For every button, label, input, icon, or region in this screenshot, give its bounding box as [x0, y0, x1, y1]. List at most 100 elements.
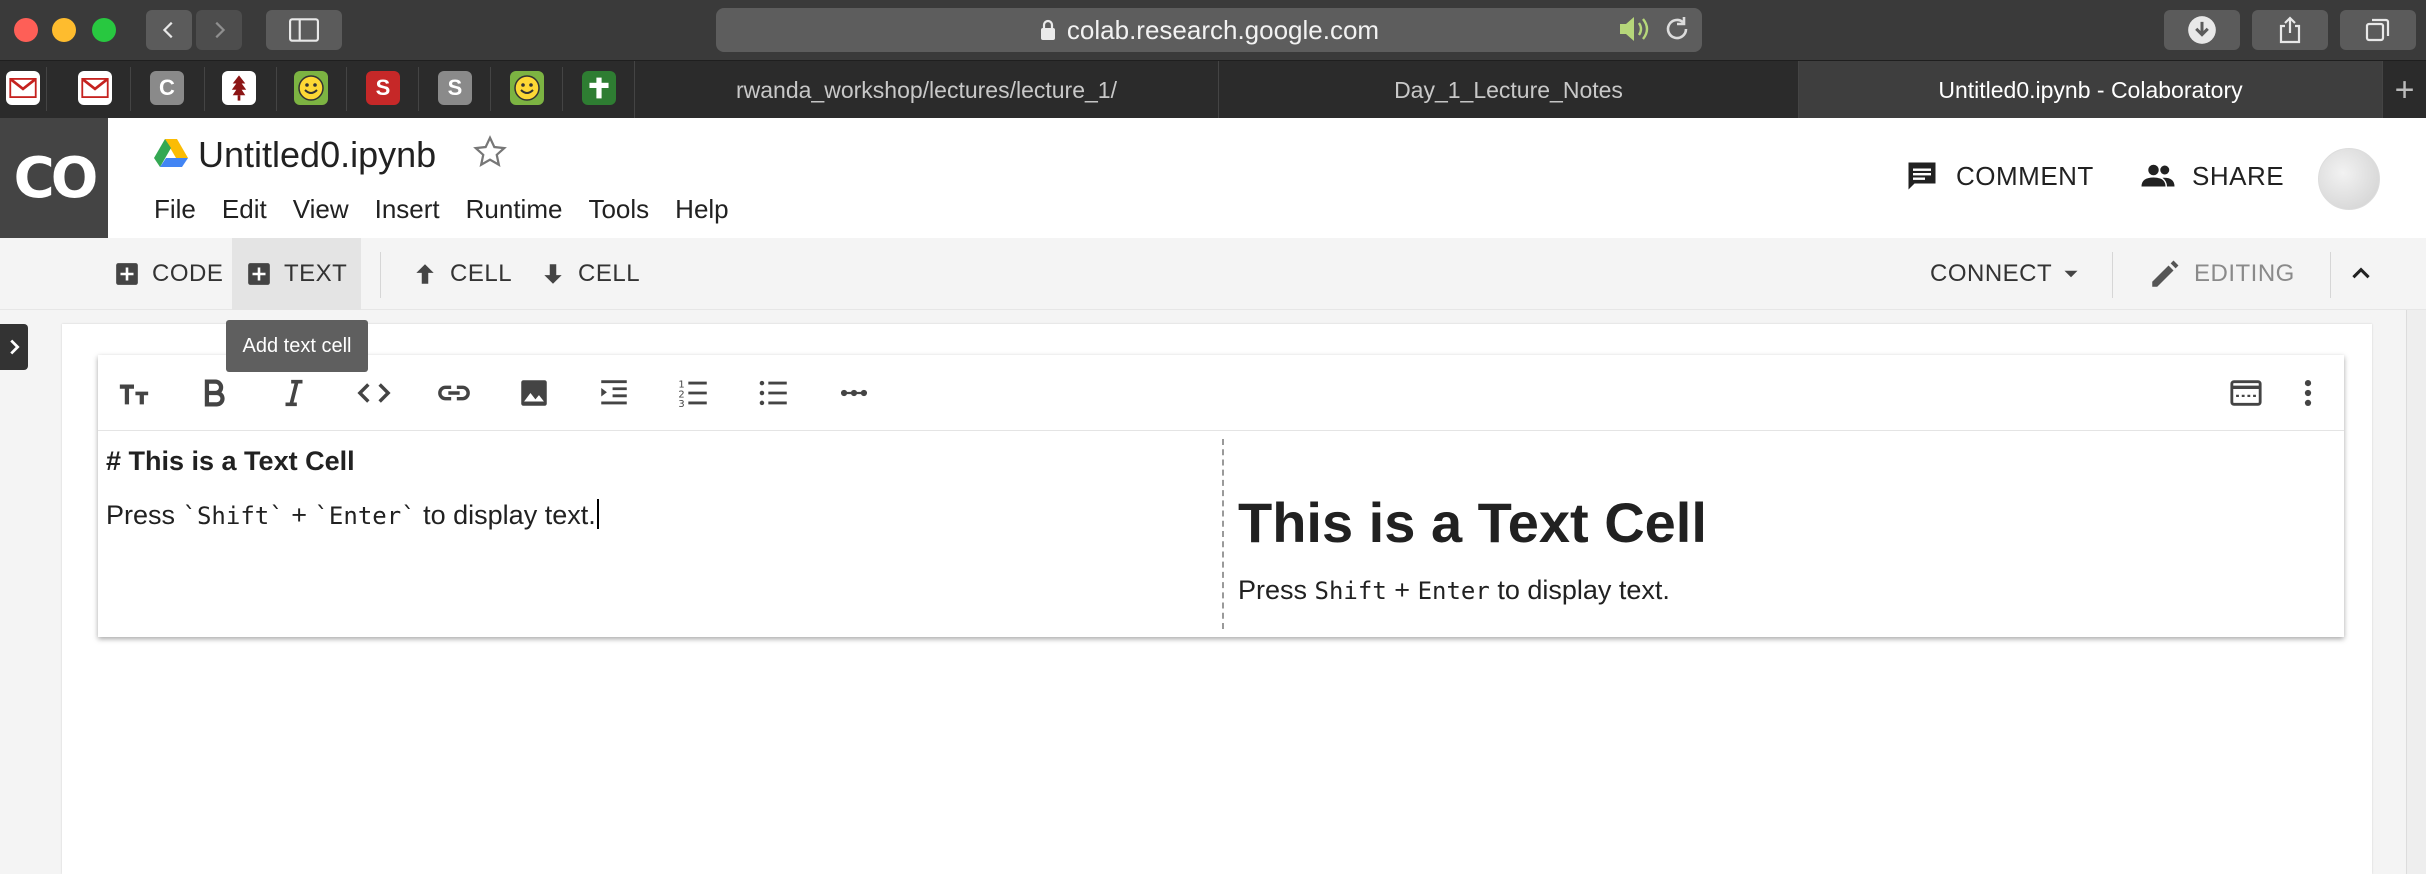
preview-text: Press [1238, 575, 1315, 605]
colab-logo[interactable]: CO [0, 118, 108, 238]
menu-bar: File Edit View Insert Runtime Tools Help [154, 194, 755, 225]
link-icon [438, 385, 470, 401]
text-cell[interactable]: 123 # This is a Text Cell Press `Shift` … [98, 355, 2344, 637]
sidebar-icon [289, 18, 319, 42]
italic-button[interactable] [274, 373, 314, 413]
address-bar[interactable]: colab.research.google.com [716, 8, 1702, 52]
menu-edit[interactable]: Edit [222, 194, 267, 225]
more-vert-icon [2304, 379, 2312, 407]
heading-format-button[interactable] [114, 373, 154, 413]
cell-more-options-button[interactable] [2288, 373, 2328, 413]
zoom-window-button[interactable] [92, 18, 116, 42]
bookmark-cross[interactable] [582, 71, 616, 105]
reload-icon[interactable] [1662, 14, 1692, 44]
bulleted-list-button[interactable] [754, 373, 794, 413]
bookmark-s-gray[interactable]: S [438, 71, 472, 105]
insert-link-button[interactable] [434, 373, 474, 413]
menu-insert[interactable]: Insert [375, 194, 440, 225]
editing-mode-button[interactable]: EDITING [2148, 238, 2295, 310]
forward-button[interactable] [196, 10, 242, 50]
google-drive-icon[interactable] [154, 138, 188, 168]
bookmark-stanford[interactable] [222, 71, 256, 105]
back-button[interactable] [146, 10, 192, 50]
share-button[interactable]: SHARE [2140, 158, 2284, 194]
tab-day1-notes[interactable]: Day_1_Lecture_Notes [1218, 61, 1798, 119]
tabs-overview-icon [2365, 18, 2390, 42]
markdown-editor[interactable]: # This is a Text Cell Press `Shift` + `E… [98, 432, 1222, 637]
stanford-tree-icon [231, 75, 247, 101]
source-code-enter: `Enter` [314, 502, 416, 530]
insert-image-button[interactable] [514, 373, 554, 413]
source-text: Press [106, 500, 183, 530]
gmail-icon [9, 78, 37, 98]
chevron-right-icon [10, 339, 20, 355]
side-panel-toggle[interactable] [0, 324, 28, 370]
avatar[interactable] [2318, 148, 2380, 210]
share-browser-button[interactable] [2252, 10, 2328, 50]
indent-icon [601, 380, 627, 405]
cell-up-label: CELL [450, 260, 513, 287]
downloads-button[interactable] [2164, 10, 2240, 50]
menu-view[interactable]: View [293, 194, 349, 225]
tab-overview-button[interactable] [2340, 10, 2416, 50]
gmail-icon [81, 78, 109, 98]
bookmark-gmail-1[interactable] [6, 71, 40, 105]
connect-label: CONNECT [1930, 260, 2053, 287]
numbered-list-icon: 123 [678, 379, 707, 410]
connect-dropdown-button[interactable] [2058, 238, 2096, 310]
arrow-up-icon [416, 264, 434, 284]
chevron-right-icon [215, 21, 226, 39]
svg-text:3: 3 [678, 399, 684, 410]
tab-untitled-colab[interactable]: Untitled0.ipynb - Colaboratory [1798, 61, 2382, 119]
bookmark-gmail-2[interactable] [78, 71, 112, 105]
bold-button[interactable] [194, 373, 234, 413]
text-caret [596, 499, 599, 529]
bookmark-c[interactable]: C [150, 71, 184, 105]
share-arrow-icon [2279, 16, 2301, 44]
s-letter-icon: S [447, 75, 463, 100]
lock-icon [1040, 19, 1055, 40]
close-window-button[interactable] [14, 18, 38, 42]
notebook-title[interactable]: Untitled0.ipynb [198, 134, 436, 176]
chevron-left-icon [162, 21, 173, 39]
bookmark-smiley-2[interactable] [510, 71, 544, 105]
move-cell-up-button[interactable]: CELL [412, 238, 512, 310]
code-format-button[interactable] [354, 373, 394, 413]
source-text: + [283, 500, 315, 530]
move-cell-down-button[interactable]: CELL [540, 238, 640, 310]
toggle-preview-layout-button[interactable] [2226, 373, 2266, 413]
indent-button[interactable] [594, 373, 634, 413]
tab-label: rwanda_workshop/lectures/lecture_1/ [736, 76, 1117, 103]
add-text-label: TEXT [284, 260, 348, 287]
source-text: to display text. [415, 500, 596, 530]
new-tab-button[interactable]: + [2382, 61, 2426, 119]
editor-preview-divider [1222, 439, 1224, 629]
sidebar-toggle-button[interactable] [266, 10, 342, 50]
source-body-line: Press `Shift` + `Enter` to display text. [106, 499, 1214, 531]
minimize-window-button[interactable] [52, 18, 76, 42]
menu-file[interactable]: File [154, 194, 196, 225]
add-code-cell-button[interactable]: CODE [114, 238, 223, 310]
notebook-toolbar: CODE TEXT CELL CELL CONNECT EDITING [0, 238, 2426, 310]
bookmark-s-red[interactable]: S [366, 71, 400, 105]
star-icon[interactable] [472, 134, 508, 170]
menu-runtime[interactable]: Runtime [466, 194, 563, 225]
connect-button[interactable]: CONNECT [1930, 238, 2052, 310]
vertical-scrollbar[interactable] [2406, 310, 2426, 874]
preview-text: to display text. [1489, 575, 1670, 605]
browser-titlebar: colab.research.google.com [0, 0, 2426, 60]
bookmark-smiley-1[interactable] [294, 71, 328, 105]
comment-button[interactable]: COMMENT [1904, 158, 2094, 194]
preview-code-shift: Shift [1314, 577, 1387, 605]
numbered-list-button[interactable]: 123 [674, 373, 714, 413]
tab-rwanda-workshop[interactable]: rwanda_workshop/lectures/lecture_1/ [634, 61, 1218, 119]
horizontal-rule-button[interactable] [834, 373, 874, 413]
add-box-icon [248, 263, 270, 285]
comment-label: COMMENT [1956, 160, 2094, 191]
menu-tools[interactable]: Tools [588, 194, 649, 225]
audio-playing-icon[interactable] [1618, 14, 1652, 44]
add-text-cell-button[interactable]: TEXT [232, 238, 362, 310]
collapse-header-button[interactable] [2348, 238, 2386, 310]
pencil-icon [2152, 260, 2179, 287]
menu-help[interactable]: Help [675, 194, 728, 225]
